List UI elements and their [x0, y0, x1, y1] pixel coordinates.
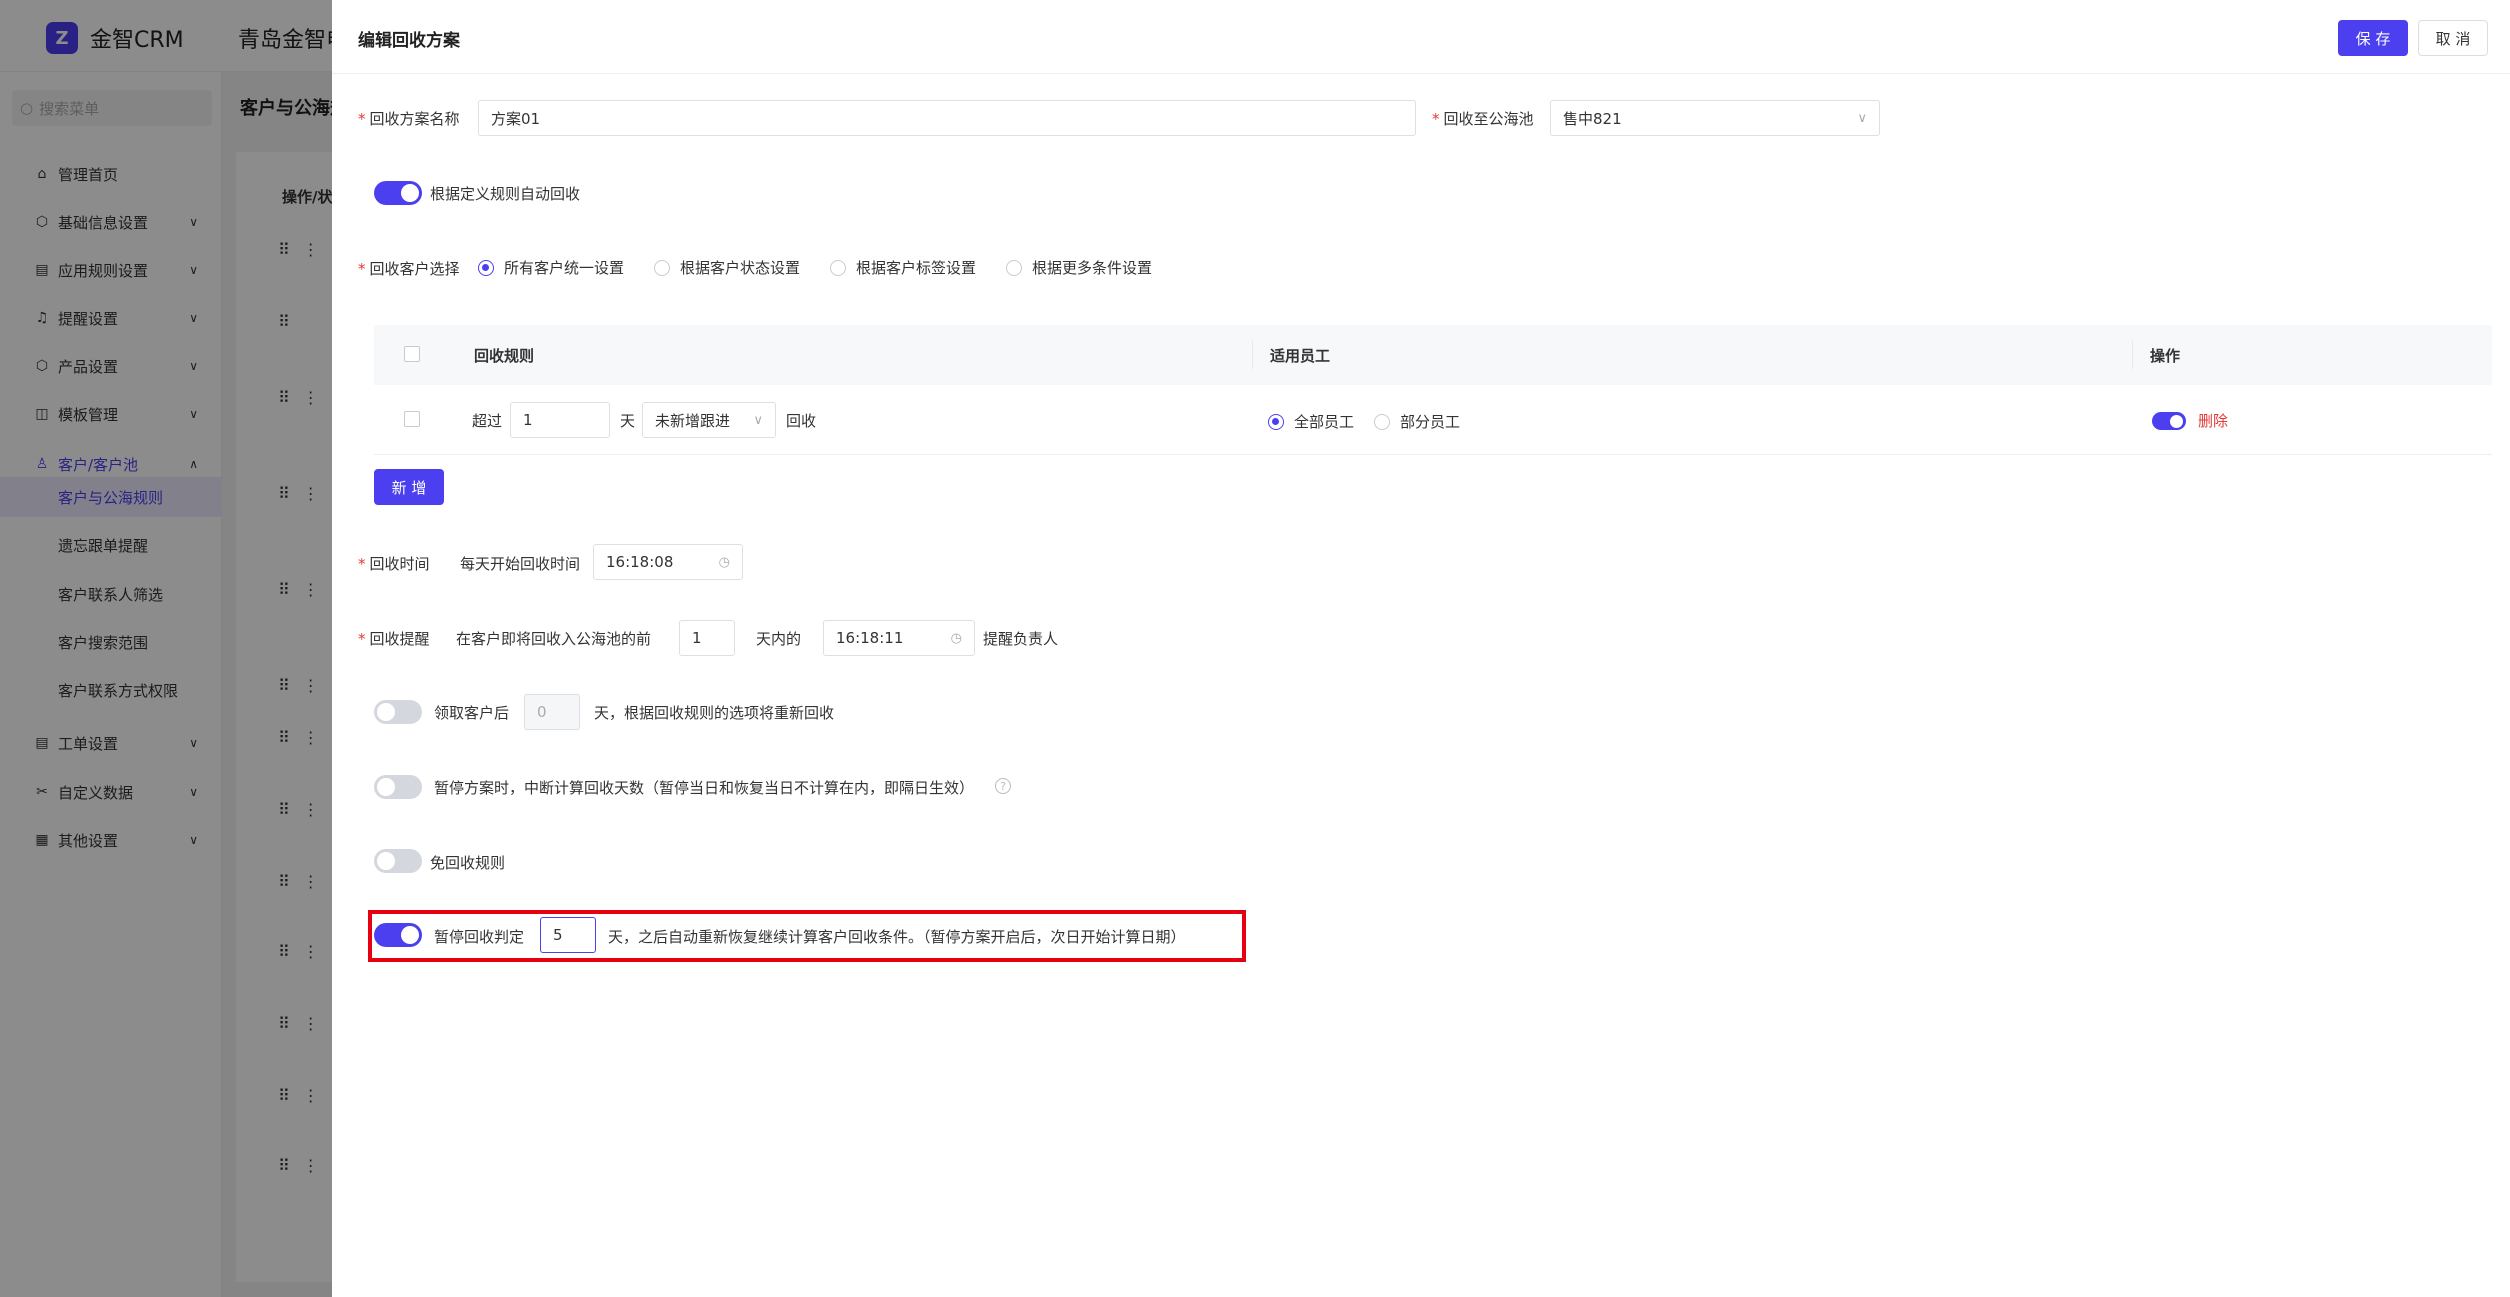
save-button[interactable]: 保 存	[2338, 20, 2408, 56]
exempt-text: 免回收规则	[430, 854, 506, 872]
radio-icon	[1374, 413, 1390, 430]
select-all-checkbox[interactable]	[404, 346, 420, 362]
recycle-time-text: 每天开始回收时间	[460, 555, 581, 573]
pool-select[interactable]: 售中821 ∨	[1550, 100, 1880, 136]
radio-label: 根据客户状态设置	[680, 259, 801, 277]
radio-icon	[1006, 259, 1022, 276]
rule-days-input[interactable]: 1	[510, 402, 610, 438]
recycle-time-label: 回收时间	[358, 553, 430, 574]
auto-recycle-label: 根据定义规则自动回收	[430, 185, 581, 203]
drawer-header: 编辑回收方案 保 存 取 消	[332, 0, 2510, 74]
reminder-time-picker[interactable]: 16:18:11 ◷	[823, 620, 975, 656]
rule-suffix: 回收	[786, 412, 817, 430]
row-checkbox[interactable]	[404, 411, 420, 427]
radio-label: 部分员工	[1400, 413, 1461, 431]
radio-checked-icon	[1268, 413, 1284, 430]
radio-all-customers[interactable]: 所有客户统一设置	[478, 257, 624, 278]
col-staff: 适用员工	[1270, 347, 1331, 365]
radio-icon	[654, 259, 670, 276]
claim-text-after: 天，根据回收规则的选项将重新回收	[594, 704, 835, 722]
radio-by-status[interactable]: 根据客户状态设置	[654, 257, 800, 278]
radio-some-staff[interactable]: 部分员工	[1374, 411, 1460, 432]
chevron-down-icon: ∨	[1857, 110, 1867, 126]
reminder-text-after: 提醒负责人	[983, 630, 1059, 648]
reminder-time-value: 16:18:11	[836, 629, 904, 647]
plan-name-label: 回收方案名称	[358, 108, 460, 129]
rule-condition-value: 未新增跟进	[655, 411, 731, 430]
customer-select-label: 回收客户选择	[358, 258, 460, 279]
plan-name-input[interactable]: 方案01	[478, 100, 1416, 136]
col-action: 操作	[2150, 347, 2181, 365]
pause-plan-text: 暂停方案时，中断计算回收天数（暂停当日和恢复当日不计算在内，即隔日生效）	[434, 779, 975, 797]
rules-table-header: 回收规则 适用员工 操作	[374, 325, 2492, 385]
claim-days-input[interactable]: 0	[524, 694, 580, 730]
column-divider	[1252, 341, 1253, 369]
chevron-down-icon: ∨	[753, 412, 763, 428]
pool-value: 售中821	[1563, 109, 1622, 128]
recycle-time-picker[interactable]: 16:18:08 ◷	[593, 544, 743, 580]
help-icon[interactable]: ?	[995, 778, 1011, 794]
drawer-title: 编辑回收方案	[358, 31, 460, 51]
highlight-box	[368, 910, 1246, 962]
radio-label: 根据更多条件设置	[1032, 259, 1153, 277]
rule-enabled-toggle[interactable]	[2152, 412, 2186, 430]
rule-unit: 天	[620, 412, 636, 430]
radio-label: 所有客户统一设置	[504, 259, 625, 277]
reminder-days-input[interactable]: 1	[679, 620, 735, 656]
reminder-days-value: 1	[692, 629, 702, 647]
table-row: 超过 1 天 未新增跟进 ∨ 回收 全部员工 部分员工 删除	[374, 385, 2492, 455]
reminder-text-before: 在客户即将回收入公海池的前	[456, 630, 652, 648]
pool-label: 回收至公海池	[1432, 108, 1534, 129]
edit-recycle-plan-drawer: 编辑回收方案 保 存 取 消 回收方案名称 方案01 回收至公海池 售中821 …	[332, 0, 2510, 1297]
radio-label: 根据客户标签设置	[856, 259, 977, 277]
exempt-toggle[interactable]	[374, 849, 422, 873]
radio-checked-icon	[478, 259, 494, 276]
rule-days-value: 1	[523, 411, 533, 429]
reminder-label: 回收提醒	[358, 628, 430, 649]
col-rule: 回收规则	[474, 347, 535, 365]
radio-label: 全部员工	[1294, 413, 1355, 431]
rule-prefix: 超过	[472, 412, 503, 430]
cancel-button[interactable]: 取 消	[2418, 20, 2488, 56]
claim-toggle[interactable]	[374, 700, 422, 724]
column-divider	[2132, 341, 2133, 369]
reminder-text-mid: 天内的	[756, 630, 802, 648]
radio-by-tag[interactable]: 根据客户标签设置	[830, 257, 976, 278]
rule-condition-select[interactable]: 未新增跟进 ∨	[642, 402, 776, 438]
recycle-time-value: 16:18:08	[606, 553, 674, 571]
radio-all-staff[interactable]: 全部员工	[1268, 411, 1354, 432]
plan-name-value: 方案01	[491, 109, 541, 128]
delete-rule-link[interactable]: 删除	[2198, 410, 2228, 431]
radio-by-more[interactable]: 根据更多条件设置	[1006, 257, 1152, 278]
claim-text-before: 领取客户后	[434, 704, 510, 722]
claim-days-placeholder: 0	[537, 703, 547, 721]
clock-icon: ◷	[718, 554, 730, 570]
clock-icon: ◷	[950, 630, 962, 646]
pause-plan-toggle[interactable]	[374, 775, 422, 799]
add-rule-button[interactable]: 新 增	[374, 469, 444, 505]
auto-recycle-toggle[interactable]	[374, 181, 422, 205]
radio-icon	[830, 259, 846, 276]
